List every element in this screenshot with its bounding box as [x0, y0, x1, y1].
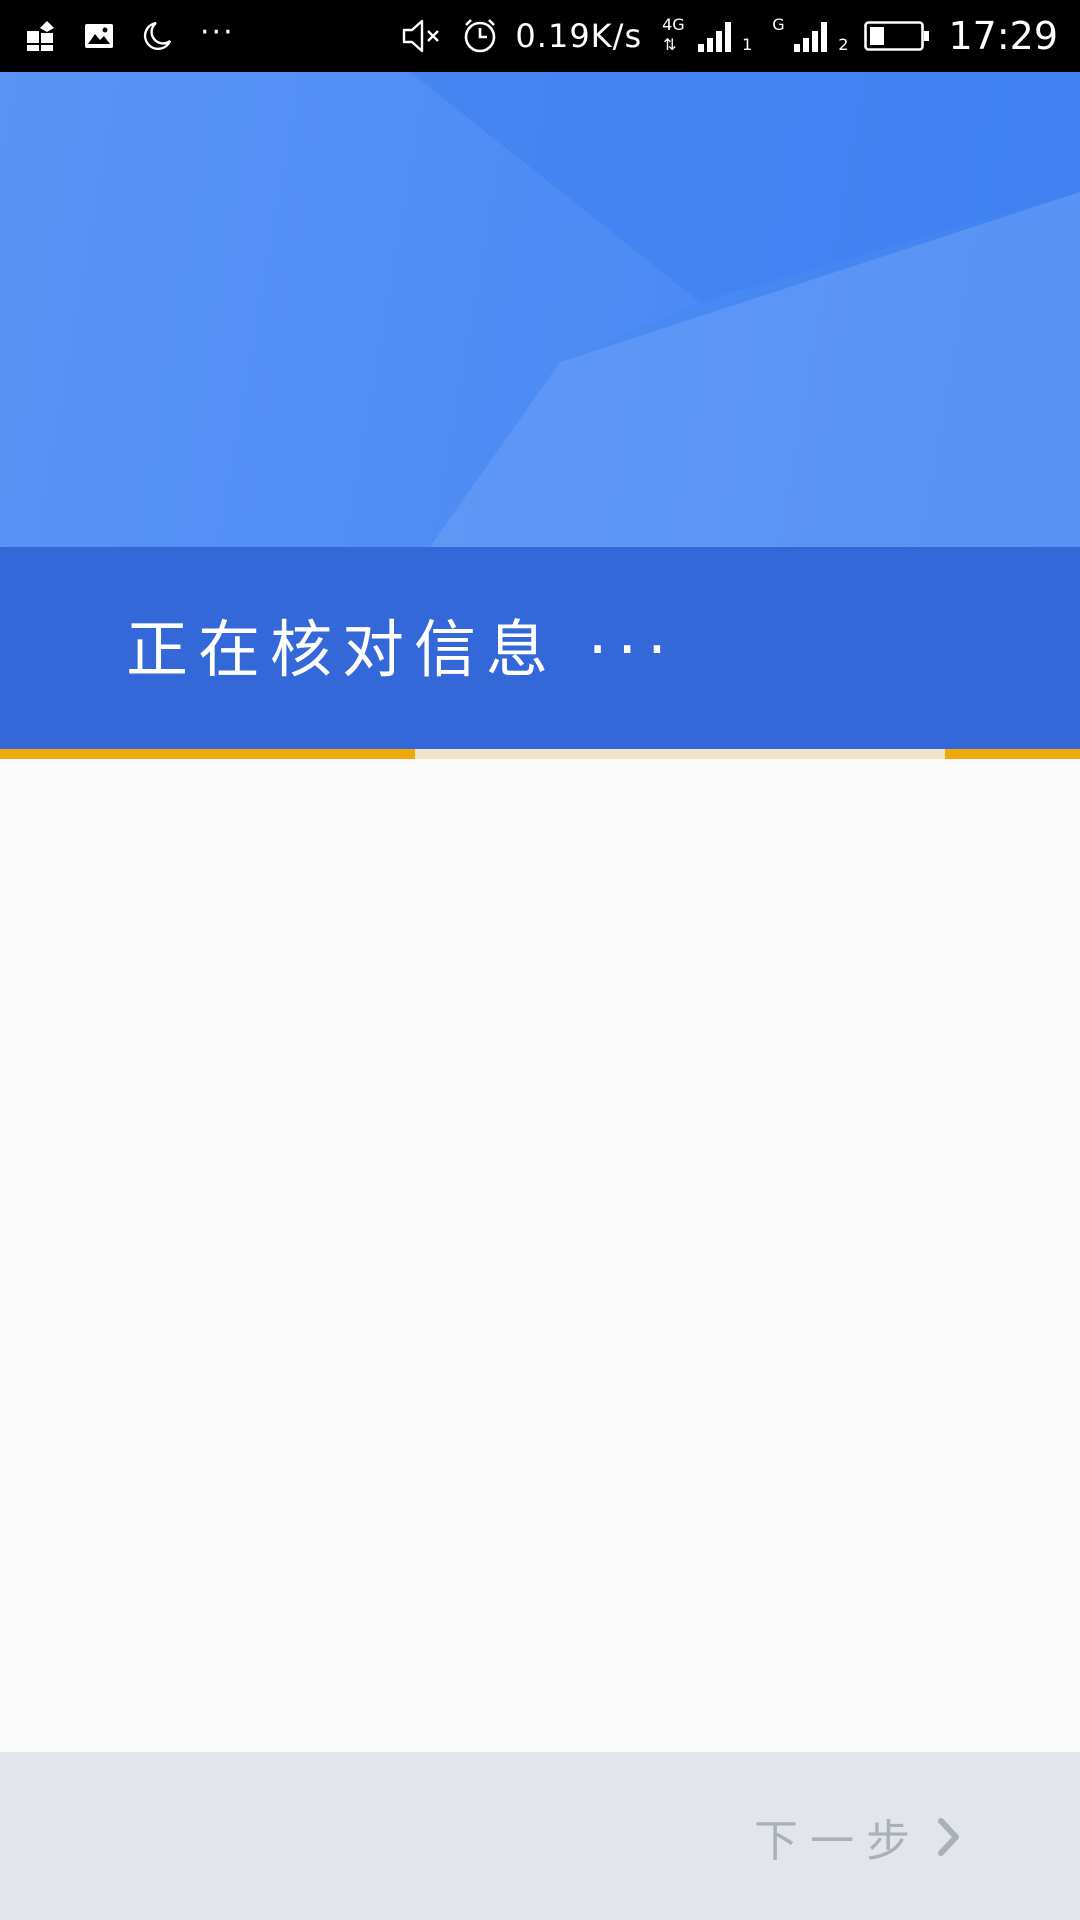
- header-background: [0, 72, 1080, 547]
- more-dots-icon: ···: [200, 15, 235, 50]
- screen: ··· 0.19K/s 4G ⇅ 1 G 2 17:29 正在核对信息 ··· …: [0, 0, 1080, 1920]
- sim2-slot-label: 2: [838, 35, 849, 54]
- status-bar-right: 0.19K/s 4G ⇅ 1 G 2 17:29: [385, 11, 1058, 61]
- content-area: [0, 759, 1080, 1752]
- mute-icon: [401, 18, 445, 54]
- progress-bar: [0, 749, 1080, 759]
- status-bar: ··· 0.19K/s 4G ⇅ 1 G 2 17:29: [0, 0, 1080, 72]
- header-decoration: [0, 72, 1080, 547]
- sim2-network-type: G: [768, 11, 794, 61]
- sim2-network-label: G: [772, 15, 785, 34]
- app-grid-icon: [26, 21, 56, 51]
- sim2-signal: 2: [794, 20, 849, 54]
- sim1-network-type: 4G ⇅: [658, 11, 698, 61]
- sim1-signal-icon: [698, 22, 732, 52]
- sim1-slot-label: 1: [742, 35, 753, 54]
- network-speed: 0.19K/s: [515, 17, 643, 55]
- moon-icon: [142, 21, 172, 51]
- sim2-signal-icon: [794, 22, 828, 52]
- next-button-label: 下一步: [754, 1816, 922, 1867]
- clock: 17:29: [948, 14, 1058, 58]
- chevron-right-icon: [936, 1817, 962, 1857]
- alarm-icon: [461, 17, 499, 55]
- next-button[interactable]: 下一步: [754, 1802, 962, 1872]
- progress-indicator: [415, 749, 945, 759]
- gallery-icon: [84, 22, 114, 50]
- battery-icon: [864, 20, 930, 52]
- sim1-network-label: 4G: [662, 15, 685, 34]
- footer-bar: 下一步: [0, 1752, 1080, 1920]
- data-arrows-icon: ⇅: [663, 35, 676, 54]
- sim1-signal: 1: [698, 20, 753, 54]
- status-bar-left: ···: [26, 15, 263, 51]
- page-title: 正在核对信息 ···: [126, 613, 677, 686]
